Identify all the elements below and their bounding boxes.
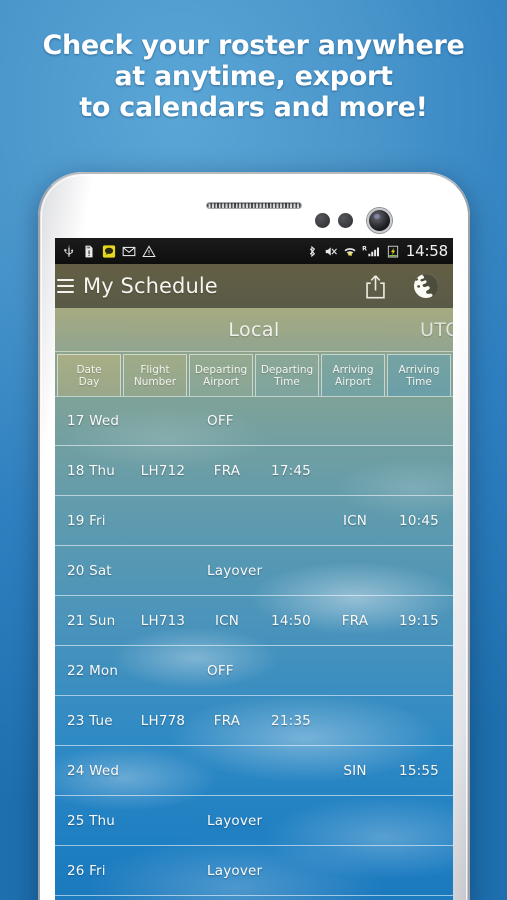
phone-device-frame: R 14:58 My Schedule Local UTC Date Day F…: [38, 172, 470, 900]
bluetooth-icon: [309, 245, 315, 257]
cell-arriving-airport: SIN: [343, 762, 367, 779]
table-row[interactable]: 21 Sun LH713 ICN 14:50 FRA 19:15: [55, 596, 453, 646]
cell-date-day: 21 Sun: [67, 612, 116, 629]
app-bar-actions: [364, 273, 439, 299]
headline-line-1: Check your roster anywhere: [42, 30, 465, 61]
warning-triangle-icon: [142, 244, 156, 257]
column-header-line-2: Number: [133, 375, 177, 388]
cell-date-day: 25 Thu: [67, 812, 116, 829]
column-header-line-1: Departing: [194, 363, 248, 376]
column-header-line-1: Flight: [140, 363, 170, 376]
cell-flight-number: LH778: [140, 712, 186, 729]
cell-date-day: 20 Sat: [67, 562, 112, 579]
column-header[interactable]: Departing Airport: [189, 354, 253, 396]
svg-text:R: R: [362, 245, 367, 252]
cell-departing-time: 21:35: [271, 712, 311, 729]
column-header[interactable]: Flight Number: [123, 354, 187, 396]
front-camera: [367, 208, 392, 233]
cell-date-day: 22 Mon: [67, 662, 119, 679]
column-header-line-1: Arriving: [398, 363, 440, 376]
cell-departing-airport: Layover: [207, 562, 263, 579]
column-header[interactable]: Date Day: [57, 354, 121, 396]
cell-departing-airport: FRA: [213, 712, 241, 729]
cell-date-day: 24 Wed: [67, 762, 120, 779]
column-header[interactable]: Arriving Time: [387, 354, 451, 396]
sd-card-warning-icon: [85, 245, 93, 257]
column-header-line-2: Time: [274, 375, 300, 388]
cell-departing-airport: OFF: [207, 662, 234, 679]
hamburger-menu-icon[interactable]: [57, 279, 74, 293]
app-bar: My Schedule: [55, 264, 453, 308]
status-bar-clock: 14:58: [405, 242, 448, 260]
column-header[interactable]: Arriving Airport: [321, 354, 385, 396]
globe-icon[interactable]: [413, 273, 439, 299]
phone-screen: R 14:58 My Schedule Local UTC Date Day F…: [55, 238, 453, 900]
table-row[interactable]: 19 Fri ICN 10:45: [55, 496, 453, 546]
usb-icon: [64, 245, 74, 257]
cell-date-day: 23 Tue: [67, 712, 113, 729]
cell-date-day: 26 Fri: [67, 862, 106, 879]
cell-date-day: 19 Fri: [67, 512, 106, 529]
schedule-rows: 17 Wed OFF 18 Thu LH712 FRA 17:45 19 Fri ICN 10:…: [55, 396, 453, 896]
cell-departing-airport: Layover: [207, 862, 263, 879]
promo-headline: Check your roster anywhere at anytime, e…: [0, 30, 507, 123]
earpiece-speaker: [206, 202, 302, 209]
cell-date-day: 18 Thu: [67, 462, 116, 479]
column-header-line-1: Departing: [260, 363, 314, 376]
roaming-signal-icon: R: [362, 245, 379, 256]
cell-departing-time: 17:45: [271, 462, 311, 479]
chat-bubble-icon: [102, 244, 116, 258]
mail-icon: [122, 246, 136, 256]
cell-date-day: 17 Wed: [67, 413, 120, 429]
table-row[interactable]: 20 Sat Layover: [55, 546, 453, 596]
proximity-sensor: [315, 213, 330, 228]
cell-flight-number: LH713: [140, 612, 186, 629]
table-row[interactable]: 26 Fri Layover: [55, 846, 453, 896]
headline-line-3: to calendars and more!: [79, 92, 428, 123]
light-sensor: [338, 213, 353, 228]
column-header-line-1: Date: [76, 363, 102, 376]
table-row[interactable]: 18 Thu LH712 FRA 17:45: [55, 446, 453, 496]
table-row[interactable]: 25 Thu Layover: [55, 796, 453, 846]
headline-line-2: at anytime, export: [114, 61, 393, 92]
cell-arriving-time: 19:15: [399, 612, 439, 629]
share-icon[interactable]: [364, 274, 387, 299]
column-header-line-2: Airport: [203, 375, 239, 388]
cell-arriving-airport: ICN: [342, 512, 368, 529]
table-row[interactable]: 22 Mon OFF: [55, 646, 453, 696]
cell-arriving-time: 10:45: [399, 512, 439, 529]
column-header-line-2: Day: [78, 375, 100, 388]
wifi-icon: [344, 247, 356, 256]
table-row[interactable]: 17 Wed OFF: [55, 396, 453, 446]
table-header-row: Date Day Flight Number Departing Airport Depar…: [55, 352, 453, 396]
cell-departing-airport: ICN: [214, 612, 240, 629]
status-bar-right-icons: R: [305, 244, 400, 259]
column-header-line-2: Airport: [335, 375, 371, 388]
table-row[interactable]: 24 Wed SIN 15:55: [55, 746, 453, 796]
column-header[interactable]: Departing Time: [255, 354, 319, 396]
cell-departing-airport: FRA: [213, 462, 241, 479]
table-row[interactable]: 23 Tue LH778 FRA 21:35: [55, 696, 453, 746]
tab-utc[interactable]: UTC: [420, 319, 453, 341]
battery-charging-icon: [387, 245, 398, 258]
cell-departing-airport: Layover: [207, 812, 263, 829]
status-bar-left-icons: [62, 244, 156, 259]
cell-departing-time: 14:50: [271, 612, 311, 629]
column-header-line-1: Arriving: [332, 363, 374, 376]
status-bar: R 14:58: [55, 238, 453, 264]
timezone-tabs: Local UTC: [55, 308, 453, 352]
mute-icon: [325, 246, 337, 256]
cell-flight-number: LH712: [140, 462, 186, 479]
page-title: My Schedule: [83, 274, 218, 298]
cell-arriving-airport: FRA: [341, 612, 369, 629]
column-header-line-2: Time: [406, 375, 432, 388]
cell-arriving-time: 15:55: [399, 762, 439, 779]
cell-departing-airport: OFF: [207, 413, 234, 429]
tab-local[interactable]: Local: [228, 319, 279, 341]
